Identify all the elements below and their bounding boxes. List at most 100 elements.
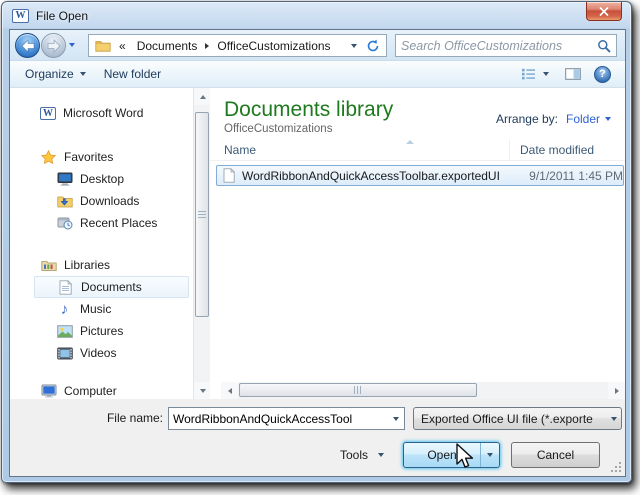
open-button[interactable]: Open [403, 442, 500, 468]
file-list-pane: Documents library OfficeCustomizations A… [210, 88, 625, 399]
file-name-combo[interactable] [168, 407, 405, 430]
navigation-pane: Microsoft Word Favorites Desktop [10, 88, 193, 399]
sidebar-item-music[interactable]: Music [10, 298, 193, 320]
scroll-up-icon [199, 94, 206, 99]
resize-grip-icon[interactable] [609, 460, 622, 473]
title-bar[interactable]: File Open [2, 2, 631, 29]
file-row-selected[interactable]: WordRibbonAndQuickAccessToolbar.exported… [216, 165, 624, 186]
arrange-by-value[interactable]: Folder [566, 112, 611, 126]
scrollbar-grip-icon [198, 210, 206, 219]
file-type-value: Exported Office UI file (*.exporte [421, 411, 593, 426]
sidebar-item-recent-places[interactable]: Recent Places [10, 212, 193, 234]
sidebar-scrollbar[interactable] [193, 88, 211, 399]
cancel-button[interactable]: Cancel [511, 442, 600, 468]
scroll-up-button[interactable] [194, 88, 211, 105]
sidebar-item-label: Documents [81, 280, 142, 294]
scrollbar-grip-icon [354, 386, 362, 394]
close-icon [599, 6, 609, 16]
column-header-date-modified[interactable]: Date modified [510, 139, 594, 160]
breadcrumb-officecustomizations[interactable]: OfficeCustomizations [214, 38, 333, 54]
breadcrumb-overflow[interactable]: « [116, 38, 129, 54]
sidebar-item-favorites[interactable]: Favorites [10, 146, 193, 168]
help-button[interactable] [594, 65, 611, 83]
file-name-input[interactable] [169, 411, 387, 426]
refresh-icon [367, 39, 378, 51]
open-dropdown-icon [487, 453, 493, 457]
sidebar-item-libraries[interactable]: Libraries [10, 254, 193, 276]
scroll-right-icon [614, 387, 619, 394]
downloads-icon [56, 194, 73, 208]
horizontal-scrollbar-thumb[interactable] [239, 383, 477, 397]
preview-pane-button[interactable] [565, 68, 581, 80]
column-headers: Name Date modified [210, 139, 625, 161]
sidebar-scrollbar-thumb[interactable] [195, 112, 209, 317]
scroll-down-button[interactable] [194, 382, 211, 399]
word-app-icon [12, 8, 29, 23]
sidebar-item-label: Videos [80, 346, 117, 360]
recent-pages-dropdown-icon[interactable] [69, 43, 75, 47]
arrange-by-selected: Folder [565, 112, 600, 126]
command-toolbar: Organize New folder [10, 61, 625, 88]
file-type-dropdown[interactable]: Exported Office UI file (*.exporte [413, 407, 622, 430]
close-button[interactable] [586, 2, 622, 21]
window-title: File Open [36, 8, 89, 23]
file-name-cell: WordRibbonAndQuickAccessToolbar.exported… [242, 168, 500, 183]
back-button[interactable] [15, 33, 40, 58]
mouse-cursor-icon [456, 443, 474, 468]
new-folder-button[interactable]: New folder [95, 63, 170, 85]
sidebar-item-label: Microsoft Word [63, 106, 144, 120]
sidebar-item-pictures[interactable]: Pictures [10, 320, 193, 342]
address-bar[interactable]: « Documents OfficeCustomizations [88, 34, 360, 57]
libraries-icon [40, 258, 57, 272]
browse-area: Microsoft Word Favorites Desktop [10, 88, 625, 399]
sidebar-item-label: Favorites [64, 150, 114, 164]
file-name-label: File name: [106, 411, 163, 425]
sidebar-item-documents[interactable]: Documents [34, 276, 189, 298]
sidebar-item-microsoft-word[interactable]: Microsoft Word [10, 102, 193, 124]
sidebar-item-label: Recent Places [80, 216, 158, 230]
preview-pane-icon [565, 68, 581, 80]
recent-places-icon [56, 216, 73, 230]
horizontal-scrollbar[interactable] [221, 382, 625, 399]
open-split-dropdown-button[interactable] [480, 443, 499, 467]
views-dropdown-icon [543, 72, 549, 76]
sidebar-item-videos[interactable]: Videos [10, 342, 193, 364]
toolbar-right-group [512, 63, 625, 85]
navigation-bar: « Documents OfficeCustomizations [10, 30, 625, 61]
cancel-button-label: Cancel [536, 448, 575, 462]
refresh-button[interactable] [359, 34, 387, 57]
breadcrumb-separator-icon[interactable] [205, 42, 210, 49]
address-history-dropdown-icon[interactable] [351, 43, 357, 48]
sidebar-item-downloads[interactable]: Downloads [10, 190, 193, 212]
file-name-dropdown-button[interactable] [387, 408, 404, 429]
sidebar-item-label: Downloads [80, 194, 140, 208]
forward-button[interactable] [41, 33, 66, 58]
word-icon [40, 106, 56, 120]
dialog-footer: File name: Exported Office UI file (*.ex… [10, 399, 625, 476]
tools-dropdown-icon [378, 453, 385, 457]
tools-label: Tools [340, 448, 369, 462]
scroll-left-button[interactable] [221, 382, 238, 399]
scroll-down-icon [199, 388, 206, 393]
arrange-by-control[interactable]: Arrange by: Folder [496, 112, 611, 126]
sidebar-item-computer[interactable]: Computer [10, 380, 193, 399]
file-icon [220, 168, 237, 183]
search-icon[interactable] [597, 39, 611, 53]
organize-button[interactable]: Organize [16, 63, 95, 85]
search-box[interactable] [395, 34, 617, 57]
breadcrumb-documents[interactable]: Documents [134, 38, 201, 54]
new-folder-label: New folder [103, 67, 162, 81]
change-view-button[interactable] [518, 63, 552, 85]
scroll-right-button[interactable] [608, 382, 625, 399]
sidebar-item-label: Computer [64, 384, 117, 398]
file-date-cell: 9/1/2011 1:45 PM [529, 168, 623, 183]
search-input[interactable] [401, 38, 597, 53]
dialog-client-area: « Documents OfficeCustomizations Search … [9, 29, 626, 477]
tools-button[interactable]: Tools [332, 442, 392, 468]
column-header-name[interactable]: Name [210, 139, 510, 160]
folder-icon [94, 39, 111, 52]
organize-label: Organize [25, 67, 74, 81]
sidebar-item-desktop[interactable]: Desktop [10, 168, 193, 190]
